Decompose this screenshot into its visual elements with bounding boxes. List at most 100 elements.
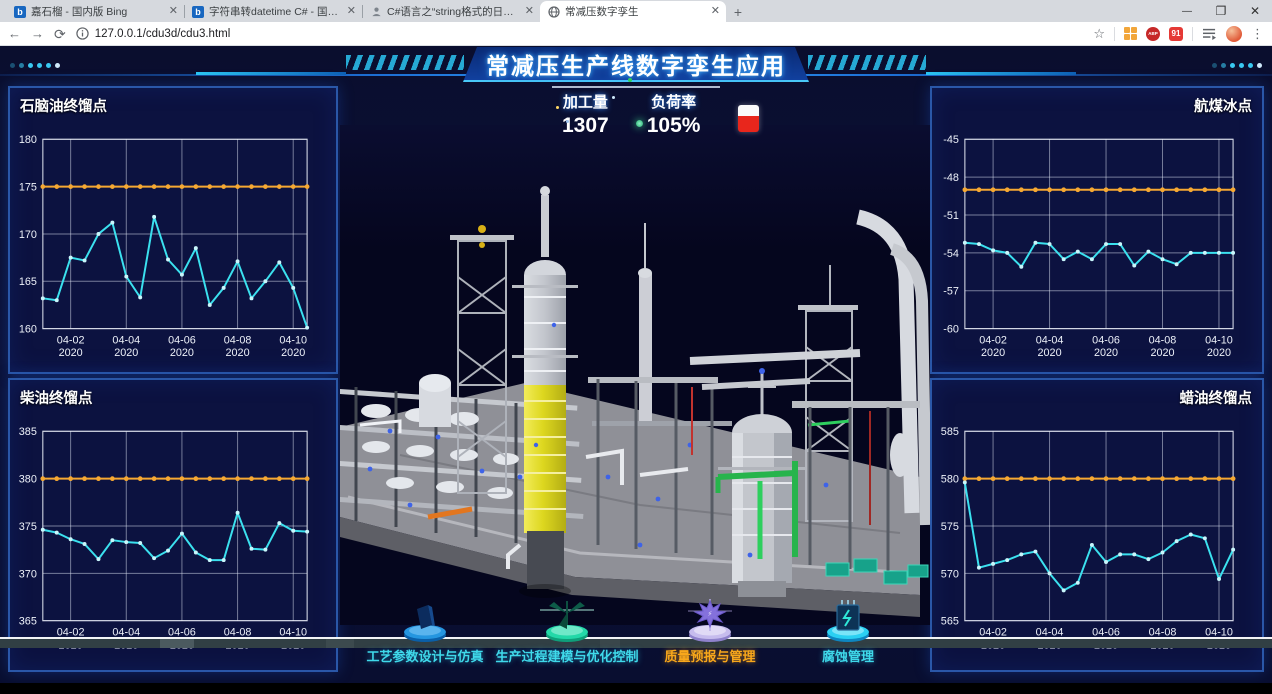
reading-list-icon[interactable]: [1202, 27, 1217, 40]
particle: [628, 78, 632, 82]
svg-text:580: 580: [941, 474, 959, 486]
menu-item-quality-forecast[interactable]: ⚡ 质量预报与管理: [635, 599, 785, 665]
tab-bing-search[interactable]: b 嘉石榴 - 国内版 Bing ✕: [6, 1, 184, 22]
svg-text:2020: 2020: [226, 347, 250, 359]
svg-text:385: 385: [19, 426, 37, 438]
svg-text:170: 170: [19, 229, 37, 241]
person-favicon-icon: [370, 6, 382, 18]
plant-3d-model: [340, 124, 930, 626]
load-indicator-flag-icon: [738, 105, 759, 132]
svg-text:2020: 2020: [59, 347, 83, 359]
svg-text:2020: 2020: [281, 347, 305, 359]
panel-jet-freezing-point: 航煤冰点 -60-57-54-51-48-4504-02202004-04202…: [930, 86, 1264, 374]
process-design-icon: [395, 599, 455, 645]
svg-text:-48: -48: [943, 172, 959, 184]
naphtha-fbp-chart: 16016517017518004-02202004-04202004-0620…: [10, 88, 336, 372]
svg-text:04-06: 04-06: [1092, 334, 1120, 346]
tab-digital-twin-active[interactable]: 常减压数字孪生 ✕: [540, 1, 726, 22]
extension-91-icon[interactable]: 91: [1169, 27, 1183, 41]
back-icon[interactable]: ←: [8, 27, 21, 40]
svg-text:-45: -45: [943, 134, 959, 146]
svg-text:-60: -60: [943, 324, 959, 336]
plant-3d-viewport[interactable]: [340, 124, 930, 626]
particle: [556, 106, 559, 109]
application-window: b 嘉石榴 - 国内版 Bing ✕ b 字符串转datetime C# - 国…: [0, 0, 1272, 694]
page-title: 常减压生产线数字孪生应用: [486, 47, 786, 81]
profile-avatar[interactable]: [1226, 26, 1242, 42]
url-text[interactable]: 127.0.0.1/cdu3d/cdu3.html: [95, 28, 231, 40]
svg-text:04-10: 04-10: [279, 334, 307, 346]
address-bar[interactable]: 127.0.0.1/cdu3d/cdu3.html: [76, 27, 1084, 40]
banner-underline: [552, 86, 720, 88]
svg-text:180: 180: [19, 134, 37, 146]
new-tab-button[interactable]: +: [726, 2, 750, 22]
minimize-button[interactable]: —: [1170, 0, 1204, 22]
svg-text:380: 380: [19, 474, 37, 486]
panel-wax-oil-fbp: 蜡油终馏点 56557057558058504-02202004-0420200…: [930, 378, 1264, 672]
svg-text:04-02: 04-02: [57, 334, 85, 346]
svg-text:2020: 2020: [1038, 347, 1062, 359]
stat-throughput: 加工量 1307: [562, 91, 609, 138]
menu-label: 生产过程建模与优化控制: [495, 646, 638, 665]
svg-text:04-06: 04-06: [168, 334, 196, 346]
stat-label: 加工量: [562, 91, 609, 112]
reload-icon[interactable]: ⟳: [54, 27, 66, 41]
banner-hatch-left: [346, 55, 464, 70]
page-info-icon[interactable]: [76, 27, 89, 40]
svg-text:2020: 2020: [1150, 347, 1174, 359]
tab-title: 嘉石榴 - 国内版 Bing: [31, 4, 164, 19]
divider: [1114, 27, 1115, 41]
svg-text:04-02: 04-02: [979, 334, 1007, 346]
menu-item-process-modeling[interactable]: 生产过程建模与优化控制: [472, 599, 662, 665]
tab-csharp-article[interactable]: C#语言之“string格式的日期时间 ✕: [362, 1, 540, 22]
bing-favicon-icon: b: [192, 6, 204, 18]
jet-freezing-point-chart: -60-57-54-51-48-4504-02202004-04202004-0…: [932, 88, 1262, 372]
quality-forecast-icon: ⚡: [680, 599, 740, 645]
svg-text:⚡: ⚡: [708, 610, 713, 618]
wax-oil-fbp-chart: 56557057558058504-02202004-04202004-0620…: [932, 380, 1262, 670]
window-controls: — ❐ ✕: [1170, 0, 1272, 22]
banner-edge-right: [926, 72, 1076, 75]
svg-text:160: 160: [19, 324, 37, 336]
menu-label: 质量预报与管理: [664, 646, 755, 665]
svg-text:375: 375: [19, 521, 37, 533]
process-modeling-icon: [537, 599, 597, 645]
close-tab-icon[interactable]: ✕: [347, 6, 356, 17]
svg-text:04-04: 04-04: [112, 334, 140, 346]
close-window-button[interactable]: ✕: [1238, 0, 1272, 22]
panel-title: 蜡油终馏点: [1180, 387, 1253, 408]
bookmark-star-icon[interactable]: ☆: [1093, 27, 1105, 40]
menu-item-corrosion-mgmt[interactable]: 腐蚀管理: [793, 599, 903, 665]
banner-edge-left: [196, 72, 346, 75]
tab-datetime-search[interactable]: b 字符串转datetime C# - 国内版 B ✕: [184, 1, 362, 22]
close-tab-icon[interactable]: ✕: [525, 6, 534, 17]
svg-text:585: 585: [941, 426, 959, 438]
menu-label: 腐蚀管理: [822, 646, 874, 665]
panel-title: 柴油终馏点: [20, 387, 93, 408]
maximize-button[interactable]: ❐: [1204, 0, 1238, 22]
kpi-stats: 加工量 1307 负荷率 105%: [562, 91, 759, 138]
close-tab-icon[interactable]: ✕: [711, 6, 720, 17]
extension-abp-icon[interactable]: ABP: [1146, 27, 1160, 41]
tab-title: 常减压数字孪生: [565, 4, 706, 19]
stat-load-rate: 负荷率 105%: [647, 91, 701, 138]
chrome-menu-icon[interactable]: ⋮: [1251, 27, 1264, 40]
deco-dots-right: [1212, 63, 1262, 68]
forward-icon[interactable]: →: [31, 27, 44, 40]
tab-title: C#语言之“string格式的日期时间: [387, 4, 520, 19]
svg-text:2020: 2020: [1094, 347, 1118, 359]
dashboard-page: 常减压生产线数字孪生应用 加工量 1307 负荷率 105%: [0, 46, 1272, 683]
particle: [636, 120, 643, 127]
close-tab-icon[interactable]: ✕: [169, 6, 178, 17]
tab-title: 字符串转datetime C# - 国内版 B: [209, 4, 342, 19]
globe-favicon-icon: [548, 6, 560, 18]
banner-hatch-right: [808, 55, 926, 70]
particle: [612, 96, 615, 99]
extension-grid-icon[interactable]: [1124, 27, 1137, 40]
panel-diesel-fbp: 柴油终馏点 36537037538038504-02202004-0420200…: [8, 378, 338, 672]
svg-text:-54: -54: [943, 248, 959, 260]
svg-text:04-08: 04-08: [1149, 334, 1177, 346]
panel-title: 航煤冰点: [1194, 95, 1252, 116]
svg-text:04-10: 04-10: [1205, 334, 1233, 346]
svg-text:570: 570: [941, 568, 959, 580]
